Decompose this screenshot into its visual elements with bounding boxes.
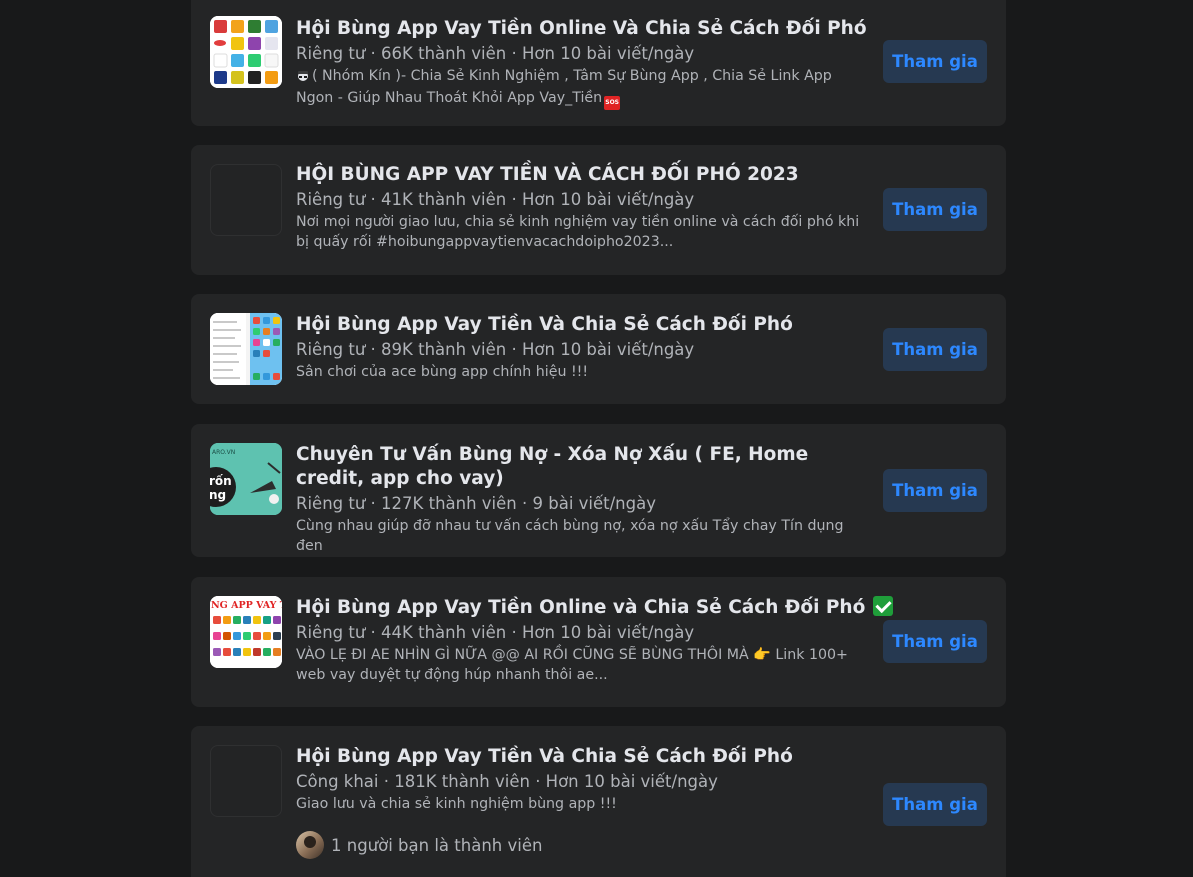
- group-meta: Riêng tư · 66K thành viên · Hơn 10 bài v…: [296, 44, 695, 63]
- group-card: Hội Bùng App Vay Tiền Và Chia Sẻ Cách Đố…: [191, 294, 1006, 404]
- group-thumbnail[interactable]: ARO.VN rốn ng: [210, 443, 282, 515]
- group-meta: Riêng tư · 127K thành viên · 9 bài viết/…: [296, 494, 656, 513]
- group-name[interactable]: Hội Bùng App Vay Tiền Online và Chia Sẻ …: [296, 596, 894, 620]
- group-meta: Riêng tư · 44K thành viên · Hơn 10 bài v…: [296, 623, 695, 642]
- group-thumbnail[interactable]: [210, 745, 282, 817]
- group-thumbnail[interactable]: [210, 16, 282, 88]
- group-description: Nơi mọi người giao lưu, chia sẻ kinh ngh…: [296, 214, 860, 250]
- group-name[interactable]: Hội Bùng App Vay Tiền Và Chia Sẻ Cách Đố…: [296, 745, 793, 769]
- group-thumbnail[interactable]: [210, 164, 282, 236]
- group-meta: Riêng tư · 89K thành viên · Hơn 10 bài v…: [296, 340, 695, 359]
- group-meta: Riêng tư · 41K thành viên · Hơn 10 bài v…: [296, 190, 695, 209]
- mutual-friends: 1 người bạn là thành viên: [296, 831, 542, 859]
- group-search-results: Hội Bùng App Vay Tiền Online Và Chia Sẻ …: [0, 0, 1193, 877]
- join-button[interactable]: Tham gia: [883, 188, 987, 231]
- group-description: ( Nhóm Kín )- Chia Sẻ Kinh Nghiệm , Tâm …: [296, 66, 871, 110]
- group-thumbnail[interactable]: [210, 313, 282, 385]
- group-name[interactable]: Chuyên Tư Vấn Bùng Nợ - Xóa Nợ Xấu ( FE,…: [296, 443, 871, 491]
- join-button[interactable]: Tham gia: [883, 328, 987, 371]
- group-card: Hội Bùng App Vay Tiền Online Và Chia Sẻ …: [191, 0, 1006, 126]
- group-card: ARO.VN rốn ng Chuyên Tư Vấn Bùng Nợ - Xó…: [191, 424, 1006, 557]
- group-description: Giao lưu và chia sẻ kinh nghiệm bùng app…: [296, 796, 617, 812]
- svg-text:rốn: rốn: [210, 474, 232, 488]
- check-mark-emoji-icon: [873, 596, 894, 616]
- group-name[interactable]: Hội Bùng App Vay Tiền Và Chia Sẻ Cách Đố…: [296, 313, 793, 337]
- group-thumbnail[interactable]: NG APP VAY T: [210, 596, 282, 668]
- group-name[interactable]: Hội Bùng App Vay Tiền Online Và Chia Sẻ …: [296, 17, 867, 41]
- friend-avatar[interactable]: [296, 831, 324, 859]
- group-description: Cùng nhau giúp đỡ nhau tư vấn cách bùng …: [296, 518, 844, 554]
- group-name[interactable]: HỘI BÙNG APP VAY TIỀN VÀ CÁCH ĐỐI PHÓ 20…: [296, 163, 799, 187]
- friends-text: 1 người bạn là thành viên: [331, 835, 543, 855]
- group-card: NG APP VAY T Hội Bùng App Vay Tiền Onlin…: [191, 577, 1006, 707]
- thumbnail-text: NG APP VAY T: [211, 600, 282, 611]
- join-button[interactable]: Tham gia: [883, 783, 987, 826]
- svg-text:ng: ng: [210, 488, 226, 502]
- thumbnail-text: ARO.VN: [212, 449, 235, 456]
- group-meta: Công khai · 181K thành viên · Hơn 10 bài…: [296, 772, 718, 791]
- spy-emoji-icon: [296, 68, 310, 88]
- group-description: Sân chơi của ace bùng app chính hiệu !!!: [296, 364, 589, 380]
- group-card: Hội Bùng App Vay Tiền Và Chia Sẻ Cách Đố…: [191, 726, 1006, 877]
- join-button[interactable]: Tham gia: [883, 469, 987, 512]
- join-button[interactable]: Tham gia: [883, 40, 987, 83]
- join-button[interactable]: Tham gia: [883, 620, 987, 663]
- group-card: HỘI BÙNG APP VAY TIỀN VÀ CÁCH ĐỐI PHÓ 20…: [191, 145, 1006, 275]
- group-description: VÀO LẸ ĐI AE NHÌN GÌ NỮA @@ AI RỒI CŨNG …: [296, 647, 848, 683]
- sos-emoji-icon: SOS: [604, 96, 621, 110]
